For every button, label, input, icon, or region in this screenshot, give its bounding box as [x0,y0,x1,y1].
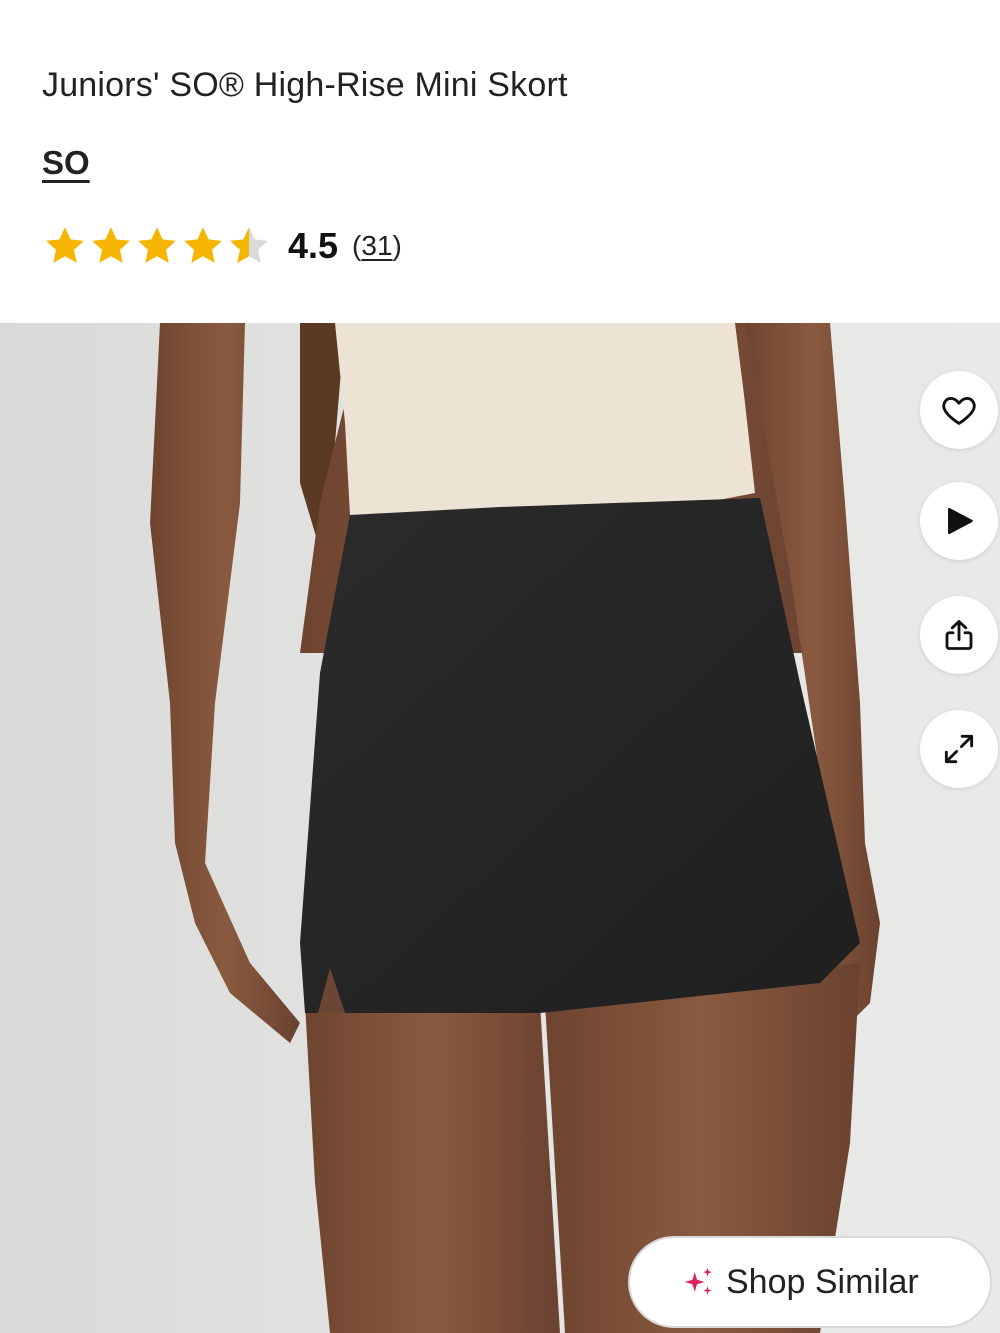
paren-close: ) [392,230,402,261]
product-title: Juniors' SO® High-Rise Mini Skort [42,66,568,104]
share-button[interactable] [920,596,998,674]
product-photo [150,323,880,1333]
shop-similar-button[interactable]: Shop Similar [628,1236,992,1328]
review-count[interactable]: 31 [361,230,392,261]
rating-row[interactable]: 4.5 (31) [42,222,402,270]
share-icon [945,620,973,650]
star-icon [138,227,176,263]
product-gallery[interactable]: Shop Similar [0,323,1000,1333]
star-icon [46,227,84,263]
sparkle-icon [684,1267,712,1295]
play-video-button[interactable] [920,482,998,560]
play-icon [948,507,973,535]
rating-value: 4.5 [288,225,339,266]
heart-icon [942,397,976,425]
paren-open: ( [352,230,362,261]
shop-similar-label: Shop Similar [726,1262,919,1301]
star-icon [184,227,222,263]
product-header: Juniors' SO® High-Rise Mini Skort SO 4.5… [0,0,1000,323]
review-count-link[interactable]: (31) [352,230,402,262]
star-rating [42,224,272,268]
star-icon [92,227,130,263]
brand-link[interactable]: SO [42,144,90,182]
expand-icon [944,734,974,764]
favorite-button[interactable] [920,371,998,449]
expand-image-button[interactable] [920,710,998,788]
half-star-icon [230,227,268,263]
